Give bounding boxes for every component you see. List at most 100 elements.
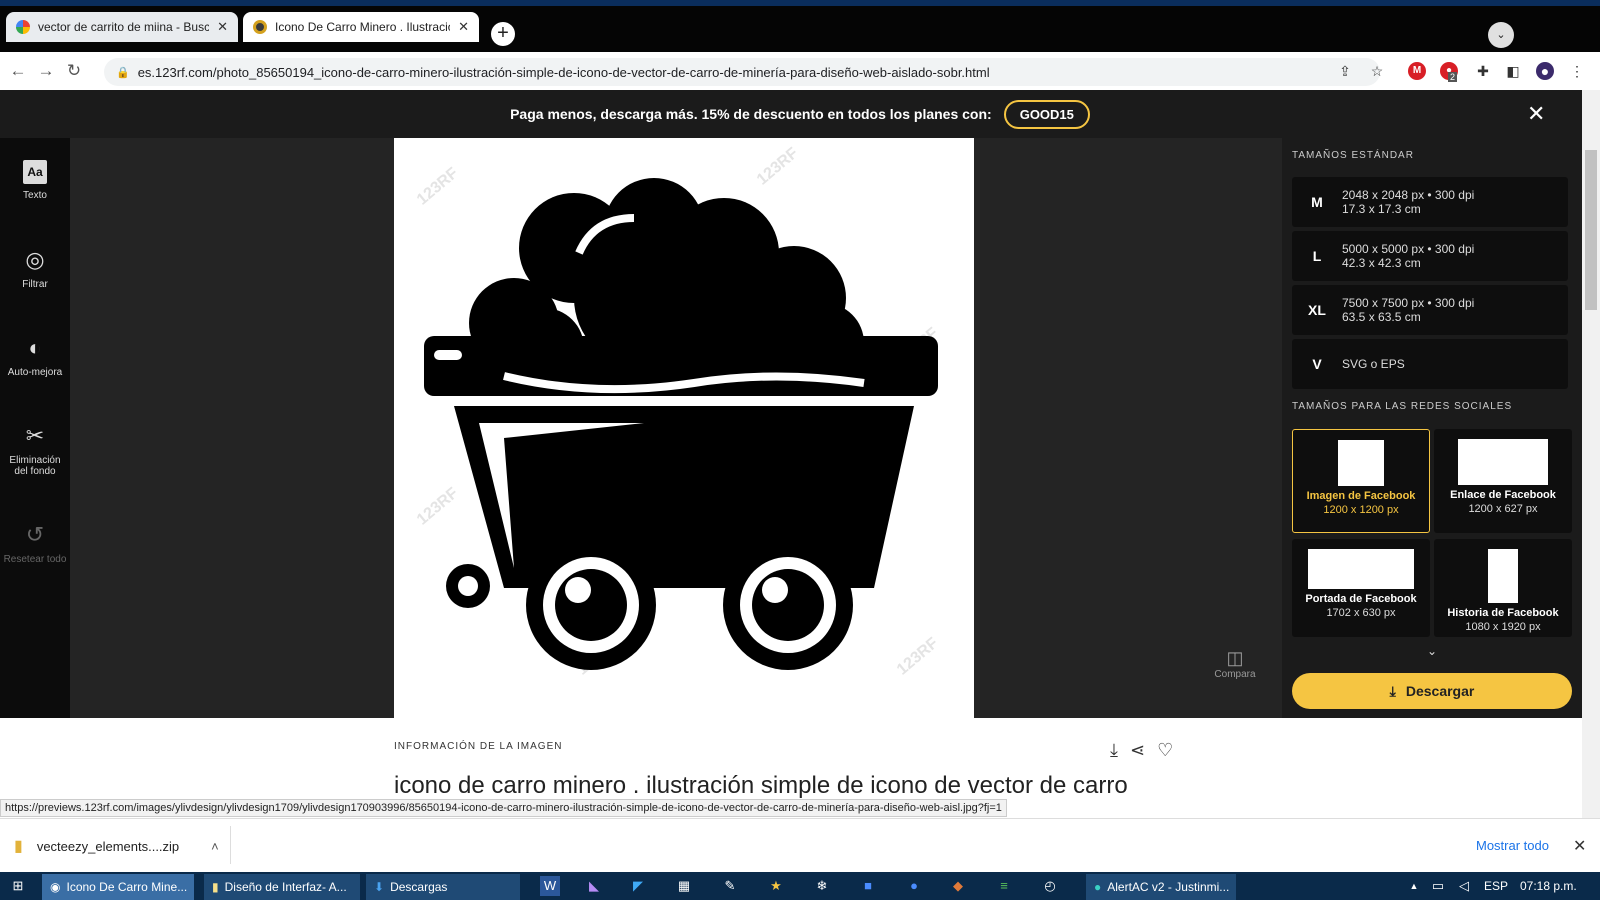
banner-close-icon[interactable]: ✕ xyxy=(1527,103,1545,125)
volume-icon[interactable]: ◁ xyxy=(1454,876,1474,896)
tray-chevron-icon[interactable]: ▲ xyxy=(1404,876,1424,896)
size-option-m[interactable]: M 2048 x 2048 px • 300 dpi 17.3 x 17.3 cm xyxy=(1292,177,1568,227)
size-key: L xyxy=(1312,248,1322,264)
app-icon: ● xyxy=(1094,880,1102,894)
social-dimensions: 1200 x 1200 px xyxy=(1323,504,1399,516)
reload-icon[interactable]: ↻ xyxy=(60,61,88,81)
network-icon[interactable]: ▭ xyxy=(1428,876,1448,896)
language-indicator[interactable]: ESP xyxy=(1484,879,1508,893)
close-icon[interactable]: ✕ xyxy=(458,19,469,35)
download-icon[interactable]: ⤓ xyxy=(1110,740,1118,761)
social-name: Portada de Facebook xyxy=(1305,593,1417,605)
reset-icon: ↺ xyxy=(25,522,45,547)
promo-banner: Paga menos, descarga más. 15% de descuen… xyxy=(0,90,1600,138)
close-icon[interactable]: ✕ xyxy=(217,19,228,35)
tool-label: Filtrar xyxy=(22,279,48,290)
forward-icon[interactable]: → xyxy=(32,61,60,81)
download-item[interactable]: ▮ vecteezy_elements....zip ˄ xyxy=(14,836,219,856)
zip-file-icon: ▮ xyxy=(14,838,23,855)
size-option-l[interactable]: L 5000 x 5000 px • 300 dpi 42.3 x 42.3 cm xyxy=(1292,231,1568,281)
game-icon[interactable]: ◆ xyxy=(948,876,968,896)
calendar-icon[interactable]: ▦ xyxy=(674,876,694,896)
social-facebook-story[interactable]: Historia de Facebook 1080 x 1920 px xyxy=(1434,539,1572,637)
tab-title: vector de carrito de miina - Busca xyxy=(38,20,210,34)
tab-strip xyxy=(0,0,1600,52)
compare-icon: ◫ xyxy=(1226,648,1244,668)
social-name: Enlace de Facebook xyxy=(1450,489,1556,501)
coupon-code[interactable]: GOOD15 xyxy=(1003,99,1090,129)
size-cm: 17.3 x 17.3 cm xyxy=(1342,202,1421,216)
social-facebook-image[interactable]: Imagen de Facebook 1200 x 1200 px xyxy=(1292,429,1430,533)
taskbar-label: AlertAC v2 - Justinmi... xyxy=(1107,880,1230,894)
side-panel-icon[interactable]: ◧ xyxy=(1504,62,1522,80)
tool-label: Auto-mejora xyxy=(7,367,63,378)
star-icon[interactable]: ★ xyxy=(766,876,786,896)
extensions-puzzle-icon[interactable]: ✚ xyxy=(1474,62,1492,80)
bookmark-star-icon[interactable]: ☆ xyxy=(1368,62,1386,80)
size-option-vector[interactable]: V SVG o EPS xyxy=(1292,339,1568,389)
tab-search-button[interactable]: ⌄ xyxy=(1488,22,1514,48)
size-cm: 42.3 x 42.3 cm xyxy=(1342,256,1421,270)
social-facebook-link[interactable]: Enlace de Facebook 1200 x 627 px xyxy=(1434,429,1572,533)
snowflake-icon[interactable]: ❄ xyxy=(812,876,832,896)
social-facebook-cover[interactable]: Portada de Facebook 1702 x 630 px xyxy=(1292,539,1430,637)
download-arrow-icon: ⬇ xyxy=(374,880,385,894)
taskbar-label: Icono De Carro Mine... xyxy=(66,880,188,894)
lock-icon: 🔒 xyxy=(116,66,130,79)
standard-sizes-heading: TAMAÑOS ESTÁNDAR xyxy=(1292,150,1414,161)
gauge-icon[interactable]: ◴ xyxy=(1040,876,1060,896)
size-option-xl[interactable]: XL 7500 x 7500 px • 300 dpi 63.5 x 63.5 c… xyxy=(1292,285,1568,335)
tool-label: Texto xyxy=(23,190,47,201)
size-key: V xyxy=(1312,356,1322,372)
tool-filter[interactable]: ◎ Filtrar xyxy=(0,247,70,290)
show-all-downloads-button[interactable]: Mostrar todo xyxy=(1476,838,1549,853)
clock[interactable]: 07:18 p.m. xyxy=(1520,879,1577,893)
address-bar[interactable]: 🔒 es.123rf.com/photo_85650194_icono-de-c… xyxy=(104,58,1380,86)
divider xyxy=(230,826,231,864)
heart-icon[interactable]: ♡ xyxy=(1157,740,1173,761)
compare-button[interactable]: ◫ Compara xyxy=(1210,648,1260,680)
taskbar-chrome[interactable]: ◉ Icono De Carro Mine... xyxy=(42,874,194,900)
extension-m-icon[interactable]: M xyxy=(1408,62,1426,80)
vscode-icon[interactable]: ◤ xyxy=(628,876,648,896)
close-shelf-icon[interactable]: ✕ xyxy=(1573,836,1586,856)
stack-icon[interactable]: ≡ xyxy=(994,876,1014,896)
back-icon[interactable]: ← xyxy=(4,61,32,81)
tab-google-search[interactable]: vector de carrito de miina - Busca ✕ xyxy=(6,12,238,42)
menu-kebab-icon[interactable]: ⋮ xyxy=(1568,62,1586,80)
cart-thumbnail xyxy=(1338,440,1384,486)
extension-badge: 2 xyxy=(1448,72,1458,82)
social-name: Historia de Facebook xyxy=(1447,607,1559,619)
scrollbar-thumb[interactable] xyxy=(1585,150,1597,310)
cart-thumbnail xyxy=(1458,439,1548,485)
tool-auto-enhance[interactable]: ◐ Auto-mejora xyxy=(0,335,70,378)
social-sizes-heading: TAMAÑOS PARA LAS REDES SOCIALES xyxy=(1292,401,1513,412)
preview-image: 123RF 123RF 123RF 123RF 123RF 123RF 123R… xyxy=(394,138,974,718)
taskbar-alertac[interactable]: ● AlertAC v2 - Justinmi... xyxy=(1086,874,1236,900)
avatar[interactable]: ● xyxy=(1536,62,1554,80)
download-filename: vecteezy_elements....zip xyxy=(36,838,180,854)
tool-text[interactable]: Aa Texto xyxy=(0,160,70,201)
download-button[interactable]: ⤓ Descargar xyxy=(1292,673,1572,709)
taskbar-downloads[interactable]: ⬇ Descargas xyxy=(366,874,520,900)
tab-123rf[interactable]: Icono De Carro Minero . Ilustracio ✕ xyxy=(243,12,479,42)
tool-icon[interactable]: ✎ xyxy=(720,876,740,896)
download-icon: ⤓ xyxy=(1389,682,1396,699)
tool-reset-all[interactable]: ↺ Resetear todo xyxy=(0,522,70,565)
tool-label: Resetear todo xyxy=(3,554,67,565)
zoom-icon[interactable]: ■ xyxy=(858,876,878,896)
url-text: es.123rf.com/photo_85650194_icono-de-car… xyxy=(137,64,990,80)
chevron-down-icon[interactable]: ⌄ xyxy=(1427,644,1437,658)
scissors-icon: ✂ xyxy=(25,423,45,448)
share-icon[interactable]: ⇪ xyxy=(1336,62,1354,80)
visual-studio-icon[interactable]: ◣ xyxy=(584,876,604,896)
cart-thumbnail xyxy=(1308,549,1414,589)
word-icon[interactable]: W xyxy=(540,876,560,896)
windows-start-icon[interactable]: ⊞ xyxy=(8,876,28,896)
chat-icon[interactable]: ● xyxy=(904,876,924,896)
share-icon[interactable]: ⋖ xyxy=(1130,740,1145,761)
new-tab-button[interactable]: + xyxy=(491,22,515,46)
taskbar-sticky-note[interactable]: ▮ Diseño de Interfaz- A... xyxy=(204,874,360,900)
chevron-up-icon[interactable]: ˄ xyxy=(211,839,219,854)
tool-background-removal[interactable]: ✂ Eliminación del fondo xyxy=(0,423,70,477)
